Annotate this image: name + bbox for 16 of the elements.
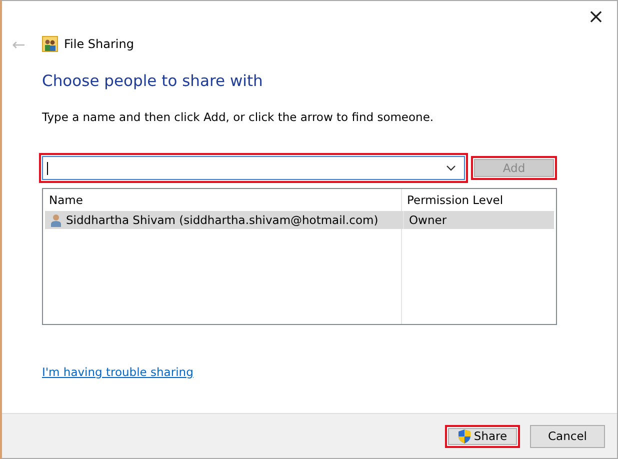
list-row[interactable]: Siddhartha Shivam (siddhartha.shivam@hotmail.com) Owner [45, 211, 554, 229]
chevron-icon[interactable] [446, 165, 456, 171]
table-cell: Siddhartha Shivam (siddhartha.shivam@hotmail.com) [66, 213, 378, 227]
cancel-button[interactable]: Cancel [530, 424, 605, 448]
help-link[interactable]: I'm having trouble sharing [42, 365, 194, 379]
instruction-text: Type a name and then click Add, or click the arrow to find someone. [42, 110, 435, 124]
column-header[interactable]: Name [43, 189, 401, 211]
table-cell: Owner [403, 211, 554, 229]
people-icon [42, 36, 58, 52]
share-button[interactable]: Share [445, 424, 520, 448]
user-icon [51, 214, 61, 226]
close-button[interactable]: × [575, 1, 617, 31]
window-title: File Sharing [64, 37, 134, 51]
dialog-heading: Choose people to share with [42, 72, 264, 90]
name-combobox[interactable] [42, 156, 465, 180]
shield-icon [458, 428, 471, 444]
